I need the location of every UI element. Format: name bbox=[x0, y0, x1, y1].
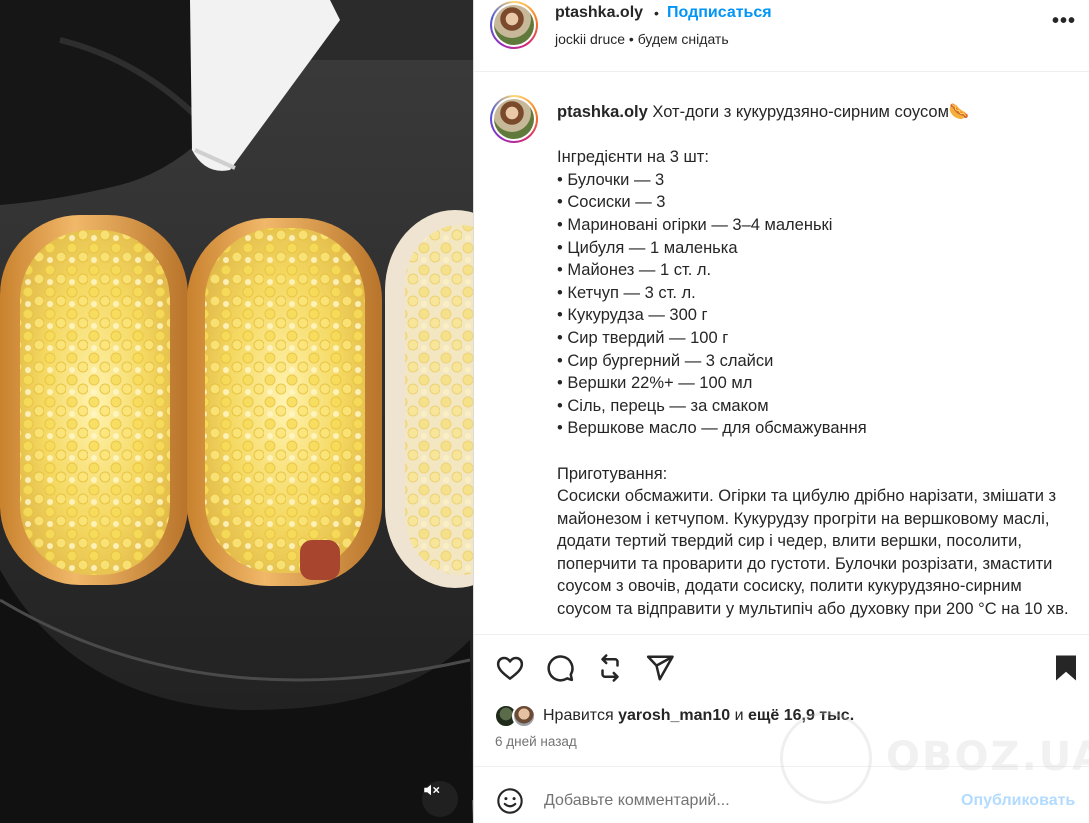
header-separator: • bbox=[654, 5, 659, 21]
follow-button[interactable]: Подписаться bbox=[667, 4, 772, 22]
caption-avatar[interactable] bbox=[490, 95, 538, 143]
author-avatar[interactable] bbox=[490, 1, 538, 49]
likes-count[interactable]: ещё 16,9 тыс. bbox=[748, 707, 854, 724]
ingredient-item: • Сосиски — 3 bbox=[557, 193, 666, 212]
ingredient-item: • Сіль, перець — за смаком bbox=[557, 396, 769, 415]
heart-icon[interactable] bbox=[495, 653, 525, 683]
audio-separator: • bbox=[628, 31, 634, 47]
ingredient-item: • Вершкове масло — для обсмажування bbox=[557, 419, 867, 438]
post-caption: ptashka.oly Хот-доги з кукурудзяно-сирни… bbox=[474, 73, 1089, 633]
audio-location-line: jockii druce • будем снідать bbox=[555, 31, 729, 47]
muted-speaker-icon bbox=[424, 784, 440, 796]
location-link[interactable]: будем снідать bbox=[638, 31, 729, 47]
caption-title-line: ptashka.oly Хот-доги з кукурудзяно-сирни… bbox=[557, 101, 1077, 124]
ingredient-item: • Майонез — 1 ст. л. bbox=[557, 261, 712, 280]
repost-icon[interactable] bbox=[595, 653, 625, 683]
ingredient-item: • Вершки 22%+ — 100 мл bbox=[557, 374, 753, 393]
method-text: Сосиски обсмажити. Огірки та цибулю дріб… bbox=[557, 487, 1069, 619]
author-username[interactable]: ptashka.oly bbox=[555, 4, 643, 22]
ingredient-item: • Сир бургерний — 3 слайси bbox=[557, 351, 774, 370]
hotdogs-photo bbox=[0, 0, 473, 823]
ingredient-item: • Булочки — 3 bbox=[557, 170, 665, 189]
liked-by-user[interactable]: yarosh_man10 bbox=[618, 707, 730, 724]
bookmark-icon[interactable] bbox=[1051, 653, 1081, 683]
post-side-panel: ptashka.oly • Подписаться jockii druce •… bbox=[473, 0, 1089, 823]
likes-prefix: Нравится bbox=[543, 707, 614, 724]
caption-username[interactable]: ptashka.oly bbox=[557, 103, 648, 121]
liker-avatar bbox=[512, 704, 536, 728]
share-icon[interactable] bbox=[645, 653, 675, 683]
ingredient-item: • Кукурудза — 300 г bbox=[557, 306, 708, 325]
comment-icon[interactable] bbox=[545, 653, 575, 683]
caption-body: ptashka.oly Хот-доги з кукурудзяно-сирни… bbox=[557, 101, 1077, 621]
post-header: ptashka.oly • Подписаться jockii druce •… bbox=[474, 0, 1089, 72]
caption-title: Хот-доги з кукурудзяно-сирним соусом🌭 bbox=[652, 103, 970, 121]
action-bar: Нравится yarosh_man10 и ещё 16,9 тыс. 6 … bbox=[474, 634, 1089, 754]
ingredients-header: Інгредієнти на 3 шт: bbox=[557, 148, 709, 167]
post-time[interactable]: 6 дней назад bbox=[495, 734, 577, 749]
ingredient-item: • Сир твердий — 100 г bbox=[557, 328, 729, 347]
more-options-icon[interactable]: ••• bbox=[1052, 10, 1076, 33]
method-header: Приготування: bbox=[557, 464, 668, 483]
emoji-icon[interactable] bbox=[496, 787, 524, 815]
post-comment-button[interactable]: Опубликовать bbox=[961, 792, 1075, 810]
mute-toggle-button[interactable] bbox=[422, 781, 458, 817]
audio-link[interactable]: jockii druce bbox=[555, 31, 625, 47]
likes-connector: и bbox=[734, 707, 744, 724]
post-media[interactable] bbox=[0, 0, 473, 823]
ingredient-item: • Мариновані огірки — 3–4 маленькі bbox=[557, 215, 833, 234]
comment-input[interactable] bbox=[544, 787, 924, 815]
likes-summary: Нравится yarosh_man10 и ещё 16,9 тыс. bbox=[543, 707, 854, 725]
ingredient-item: • Цибуля — 1 маленька bbox=[557, 238, 738, 257]
ingredient-item: • Кетчуп — 3 ст. л. bbox=[557, 283, 696, 302]
comment-box: Опубликовать bbox=[474, 766, 1089, 823]
